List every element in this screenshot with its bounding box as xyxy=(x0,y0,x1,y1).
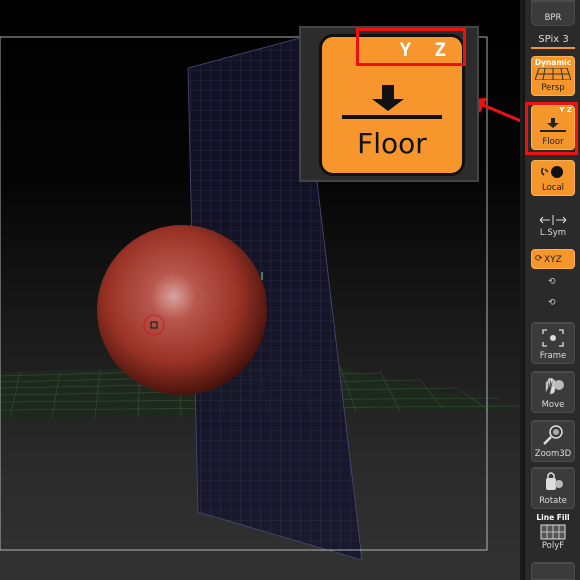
rotate-z-icon[interactable]: ⟲ xyxy=(548,298,556,308)
rotate-y-icon[interactable]: ⟲ xyxy=(548,277,556,287)
lsym-button[interactable]: L.Sym xyxy=(531,214,575,240)
xyz-icon: ⟳ xyxy=(535,254,543,264)
lsym-label: L.Sym xyxy=(539,228,567,238)
zoom-icon xyxy=(543,425,563,445)
polyf-icon xyxy=(540,524,566,540)
spix-bar xyxy=(531,47,575,49)
floor-button-highlight xyxy=(525,102,578,155)
xyz-button[interactable]: ⟳ XYZ xyxy=(531,249,575,269)
right-shelf: BPR SPix 3 Dynamic Persp Y Z Floor Local… xyxy=(523,0,580,580)
frame-icon xyxy=(542,329,564,347)
move-button[interactable]: Move xyxy=(531,371,575,413)
persp-icon xyxy=(535,68,571,80)
callout-label: Floor xyxy=(357,127,427,160)
callout-axes-highlight xyxy=(356,28,466,66)
spix-slider[interactable]: SPix 3 xyxy=(525,34,580,45)
zoom3d-button[interactable]: Zoom3D xyxy=(531,420,575,462)
rotate-button[interactable]: Rotate xyxy=(531,467,575,509)
persp-button[interactable]: Dynamic Persp xyxy=(531,56,575,96)
frame-label: Frame xyxy=(539,351,567,361)
bpr-label: BPR xyxy=(544,13,562,23)
local-icon xyxy=(540,166,563,178)
lsym-icon xyxy=(539,215,567,225)
polyf-button[interactable]: Line Fill PolyF xyxy=(531,513,575,553)
polyf-title: Line Fill xyxy=(536,513,570,522)
bpr-button[interactable]: BPR xyxy=(531,0,575,26)
sphere-mesh[interactable] xyxy=(97,225,267,395)
rotate-label: Rotate xyxy=(539,496,567,506)
move-icon xyxy=(545,377,564,395)
transp-button[interactable] xyxy=(531,562,575,580)
persp-label: Persp xyxy=(541,83,565,93)
move-label: Move xyxy=(541,400,565,410)
local-button[interactable]: Local xyxy=(531,160,575,196)
frame-button[interactable]: Frame xyxy=(531,322,575,364)
xyz-label: XYZ xyxy=(544,255,562,265)
local-label: Local xyxy=(541,183,565,193)
floor-icon xyxy=(342,85,442,119)
rotate-icon xyxy=(546,472,563,490)
polyf-label: PolyF xyxy=(541,541,565,551)
zoom-label: Zoom3D xyxy=(534,449,572,459)
persp-title: Dynamic xyxy=(534,58,572,67)
